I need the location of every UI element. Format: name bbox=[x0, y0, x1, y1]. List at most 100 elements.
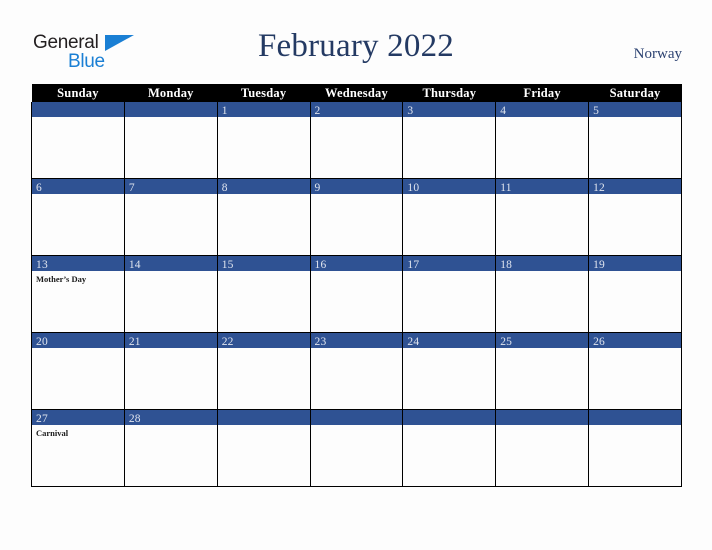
calendar-day-number-bar bbox=[217, 410, 310, 425]
calendar-day-cell[interactable]: 5 bbox=[588, 102, 682, 179]
calendar-day-cell[interactable]: 7 bbox=[123, 178, 218, 256]
calendar-grid: Sunday Monday Tuesday Wednesday Thursday… bbox=[31, 84, 682, 487]
calendar-day-number: 5 bbox=[593, 105, 600, 117]
calendar-day-cell-inner: 23 bbox=[310, 333, 403, 409]
calendar-day-number-bar: 4 bbox=[496, 102, 589, 117]
calendar-day-cell-inner: 11 bbox=[496, 179, 589, 255]
day-header-thursday: Thursday bbox=[402, 84, 496, 102]
calendar-day-cell[interactable]: 12 bbox=[588, 178, 682, 256]
calendar-day-number-bar bbox=[32, 102, 124, 117]
calendar-day-events bbox=[589, 194, 681, 197]
page-header: General Blue February 2022 Norway bbox=[0, 0, 712, 84]
calendar-day-number: 27 bbox=[36, 413, 48, 425]
calendar-day-cell[interactable]: 20 bbox=[31, 332, 125, 410]
calendar-day-cell[interactable]: 24 bbox=[402, 332, 497, 410]
page-title: February 2022 bbox=[258, 28, 454, 64]
calendar-day-number: 23 bbox=[314, 336, 327, 348]
calendar-day-number-bar: 23 bbox=[310, 333, 403, 348]
calendar-day-events: Carnival bbox=[32, 425, 124, 439]
calendar-day-number-bar: 10 bbox=[403, 179, 496, 194]
calendar-day-cell[interactable]: 6 bbox=[31, 178, 125, 256]
calendar-day-events bbox=[496, 425, 588, 428]
calendar-day-number: 9 bbox=[314, 182, 321, 194]
calendar-day-cell-inner: 10 bbox=[403, 179, 496, 255]
calendar-day-cell-inner: 24 bbox=[403, 333, 496, 409]
calendar-day-number: 4 bbox=[500, 105, 507, 117]
calendar-day-cell-inner: 2 bbox=[310, 102, 403, 178]
calendar-day-cell-inner: 28 bbox=[124, 410, 217, 486]
calendar-day-cell[interactable]: 2 bbox=[309, 102, 404, 179]
calendar-day-number: 6 bbox=[36, 182, 42, 194]
calendar-day-cell-inner bbox=[217, 410, 310, 486]
calendar-day-cell-inner: 9 bbox=[310, 179, 403, 255]
calendar-day-number-bar: 11 bbox=[496, 179, 589, 194]
calendar-day-cell[interactable]: 9 bbox=[309, 178, 404, 256]
calendar-day-cell[interactable] bbox=[31, 102, 125, 179]
calendar-day-cell[interactable]: 4 bbox=[495, 102, 590, 179]
day-header-tuesday: Tuesday bbox=[217, 84, 311, 102]
calendar-day-cell[interactable]: 15 bbox=[216, 255, 311, 333]
calendar-day-number: 1 bbox=[221, 105, 228, 117]
calendar-day-cell[interactable]: 25 bbox=[495, 332, 590, 410]
calendar-day-cell-inner bbox=[310, 410, 403, 486]
calendar-day-cell[interactable] bbox=[495, 409, 590, 487]
calendar-day-cell-inner: 17 bbox=[403, 256, 496, 332]
calendar-day-events bbox=[403, 348, 495, 351]
calendar-day-cell[interactable]: 17 bbox=[402, 255, 497, 333]
calendar-day-cell[interactable] bbox=[588, 409, 682, 487]
calendar-day-events bbox=[403, 117, 495, 120]
calendar-day-cell-inner: 14 bbox=[124, 256, 217, 332]
calendar-day-cell-inner: 7 bbox=[124, 179, 217, 255]
calendar-day-cell[interactable]: 3 bbox=[402, 102, 497, 179]
calendar-day-number-bar: 5 bbox=[589, 102, 681, 117]
calendar-day-cell[interactable] bbox=[402, 409, 497, 487]
calendar-week-row: 20 21 22 23 24 25 26 bbox=[31, 332, 682, 410]
calendar-day-number-bar bbox=[124, 102, 217, 117]
calendar-day-cell-inner: 20 bbox=[32, 333, 124, 409]
calendar-day-cell[interactable]: 22 bbox=[216, 332, 311, 410]
calendar-day-number-bar: 15 bbox=[217, 256, 310, 271]
calendar-day-number: 15 bbox=[221, 259, 234, 271]
calendar-day-cell[interactable] bbox=[123, 102, 218, 179]
calendar-day-cell[interactable]: 11 bbox=[495, 178, 590, 256]
calendar-day-number-bar: 6 bbox=[32, 179, 124, 194]
calendar-day-cell[interactable]: 16 bbox=[309, 255, 404, 333]
calendar-day-events bbox=[311, 271, 403, 274]
calendar-day-events bbox=[589, 425, 681, 428]
country-label: Norway bbox=[633, 46, 682, 62]
calendar-day-cell[interactable]: 18 bbox=[495, 255, 590, 333]
calendar-event-label: Carnival bbox=[36, 428, 69, 438]
calendar-day-cell[interactable]: 28 bbox=[123, 409, 218, 487]
calendar-day-cell[interactable] bbox=[309, 409, 404, 487]
calendar-day-cell[interactable]: 23 bbox=[309, 332, 404, 410]
calendar-day-cell-inner: 4 bbox=[496, 102, 589, 178]
calendar-day-number: 3 bbox=[407, 105, 414, 117]
calendar-day-cell[interactable]: 10 bbox=[402, 178, 497, 256]
calendar-day-events bbox=[218, 194, 310, 197]
calendar-day-number-bar: 28 bbox=[124, 410, 217, 425]
day-header-monday: Monday bbox=[124, 84, 218, 102]
calendar-day-cell[interactable]: 8 bbox=[216, 178, 311, 256]
calendar-day-cell[interactable]: 27 Carnival bbox=[31, 409, 125, 487]
calendar-day-events bbox=[125, 194, 217, 197]
calendar-day-events bbox=[311, 348, 403, 351]
calendar-day-cell[interactable]: 1 bbox=[216, 102, 311, 179]
calendar-day-cell-inner: 8 bbox=[217, 179, 310, 255]
calendar-day-cell[interactable] bbox=[216, 409, 311, 487]
calendar-day-cell-inner bbox=[32, 102, 124, 178]
calendar-day-cell[interactable]: 14 bbox=[123, 255, 218, 333]
calendar-day-number-bar: 1 bbox=[217, 102, 310, 117]
calendar-day-events bbox=[403, 194, 495, 197]
calendar-day-cell[interactable]: 21 bbox=[123, 332, 218, 410]
calendar-day-number-bar: 22 bbox=[217, 333, 310, 348]
calendar-day-events bbox=[589, 348, 681, 351]
calendar-day-cell-inner: 26 bbox=[589, 333, 681, 409]
calendar-day-cell-inner: 27 Carnival bbox=[32, 410, 124, 486]
calendar-day-number-bar bbox=[589, 410, 681, 425]
calendar-day-events bbox=[32, 348, 124, 351]
calendar-day-cell[interactable]: 13 Mother’s Day bbox=[31, 255, 125, 333]
calendar-day-cell[interactable]: 19 bbox=[588, 255, 682, 333]
calendar-day-number-bar: 12 bbox=[589, 179, 681, 194]
calendar-day-cell[interactable]: 26 bbox=[588, 332, 682, 410]
calendar-day-events bbox=[311, 425, 403, 428]
